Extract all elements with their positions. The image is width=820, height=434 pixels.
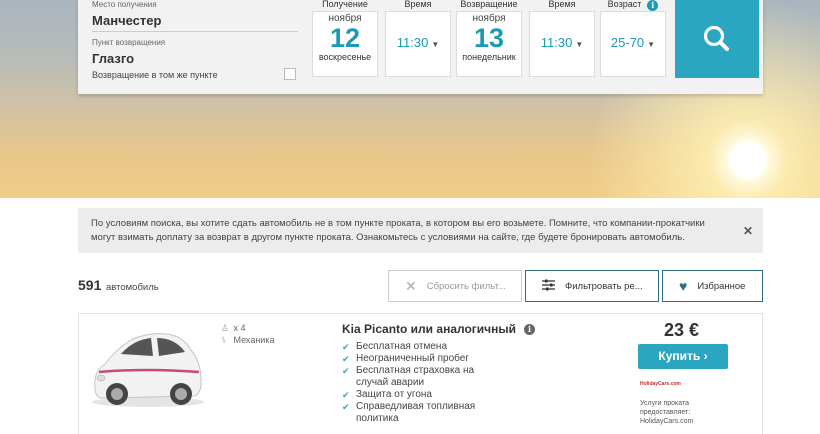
return-date-label: Возвращение — [460, 0, 518, 9]
seats-row: ♙ x 4 — [221, 322, 274, 334]
return-day: 13 — [473, 23, 505, 53]
provider-text: Услуги проката предоставляет: HolidayCar… — [640, 400, 694, 425]
chevron-right-icon: › — [703, 349, 708, 363]
buy-button[interactable]: Купить › — [638, 344, 728, 369]
pickup-weekday: воскресенье — [318, 52, 372, 62]
feature-item: Защита от угона — [342, 389, 492, 401]
return-weekday: понедельник — [462, 52, 516, 62]
pickup-date-box[interactable]: ноября 12 воскресенье — [312, 11, 378, 77]
return-location-label: Пункт возвращения — [92, 38, 166, 47]
chevron-down-icon: ▼ — [431, 40, 440, 49]
return-date[interactable]: Возвращение ноября 13 понедельник — [456, 0, 522, 94]
pickup-time-select[interactable]: 11:30 ▼ — [385, 11, 451, 77]
favorites-button[interactable]: ♥ Избранное — [662, 270, 763, 302]
car-title: Kia Picanto или аналогичный i — [342, 322, 535, 336]
car-title-text: Kia Picanto или аналогичный — [342, 322, 516, 336]
feature-item: Бесплатная страховка на случай аварии — [342, 365, 492, 389]
pickup-time-value: 11:30 — [396, 35, 429, 50]
person-icon: ♙ — [221, 323, 230, 333]
seats-value: x 4 — [233, 323, 246, 333]
close-icon: ✕ — [405, 277, 417, 294]
favorites-label: Избранное — [697, 280, 746, 292]
age-select[interactable]: 25-70 ▼ — [600, 11, 666, 77]
provider-logo: HolidayCars.com — [640, 381, 681, 387]
same-point-label: Возвращение в том же пункте — [92, 70, 218, 80]
feature-list: Бесплатная отмена Неограниченный пробег … — [342, 341, 492, 425]
chevron-down-icon: ▼ — [647, 40, 656, 49]
return-time-label: Время — [548, 0, 576, 9]
feature-item: Бесплатная отмена — [342, 341, 492, 353]
filter-results-button[interactable]: Фильтровать ре... — [525, 270, 659, 302]
transmission-row: ⑊ Механика — [221, 334, 274, 346]
age-label: Возраст — [607, 0, 642, 9]
sliders-icon — [542, 279, 555, 294]
reset-filters-label: Сбросить фильт... — [426, 280, 506, 292]
pickup-location-label: Место получения — [92, 0, 157, 9]
age-label-row: Возраст i — [600, 0, 666, 11]
gearbox-icon: ⑊ — [221, 335, 227, 345]
search-button[interactable] — [675, 0, 759, 78]
car-image[interactable] — [85, 320, 211, 414]
return-time-value: 11:30 — [540, 35, 573, 50]
return-date-box[interactable]: ноября 13 понедельник — [456, 11, 522, 77]
pickup-location-input[interactable]: Манчестер — [92, 13, 298, 32]
results-count-label: автомобиль — [106, 282, 159, 293]
magnifier-icon — [703, 25, 729, 51]
filter-results-label: Фильтровать ре... — [565, 280, 643, 292]
feature-item: Справедливая топливная политика — [342, 401, 492, 425]
info-icon[interactable]: i — [524, 324, 535, 335]
feature-item: Неограниченный пробег — [342, 353, 492, 365]
location-block: Место получения Манчестер Пункт возвраще… — [78, 0, 304, 94]
reset-filters-button[interactable]: ✕ Сбросить фильт... — [388, 270, 522, 302]
return-location-input[interactable]: Глазго — [92, 51, 134, 66]
notice-banner: По условиям поиска, вы хотите сдать авто… — [78, 208, 763, 253]
pickup-time[interactable]: Время 11:30 ▼ — [385, 0, 451, 94]
same-point-checkbox[interactable] — [284, 68, 296, 80]
sun-glow — [728, 140, 768, 180]
car-card: ♙ x 4 ⑊ Механика Kia Picanto или аналоги… — [78, 313, 763, 434]
car-specs: ♙ x 4 ⑊ Механика — [221, 322, 274, 346]
results-count: 591 автомобиль — [78, 277, 159, 293]
pickup-day: 12 — [329, 23, 361, 53]
heart-icon: ♥ — [679, 278, 688, 294]
close-icon[interactable]: ✕ — [743, 224, 753, 238]
buy-label: Купить — [658, 349, 701, 363]
pickup-date[interactable]: Получение ноября 12 воскресенье — [312, 0, 378, 94]
info-icon[interactable]: i — [647, 0, 659, 11]
driver-age[interactable]: Возраст i 25-70 ▼ — [600, 0, 666, 94]
return-time-select[interactable]: 11:30 ▼ — [529, 11, 595, 77]
notice-text: По условиям поиска, вы хотите сдать авто… — [91, 218, 705, 243]
car-price: 23 € — [664, 320, 700, 340]
age-value: 25-70 — [610, 35, 645, 50]
pickup-date-label: Получение — [322, 0, 368, 9]
search-panel: Место получения Манчестер Пункт возвраще… — [78, 0, 763, 94]
transmission-value: Механика — [233, 335, 275, 345]
return-time[interactable]: Время 11:30 ▼ — [529, 0, 595, 94]
chevron-down-icon: ▼ — [575, 40, 584, 49]
pickup-time-label: Время — [404, 0, 432, 9]
results-count-number: 591 — [78, 277, 102, 293]
